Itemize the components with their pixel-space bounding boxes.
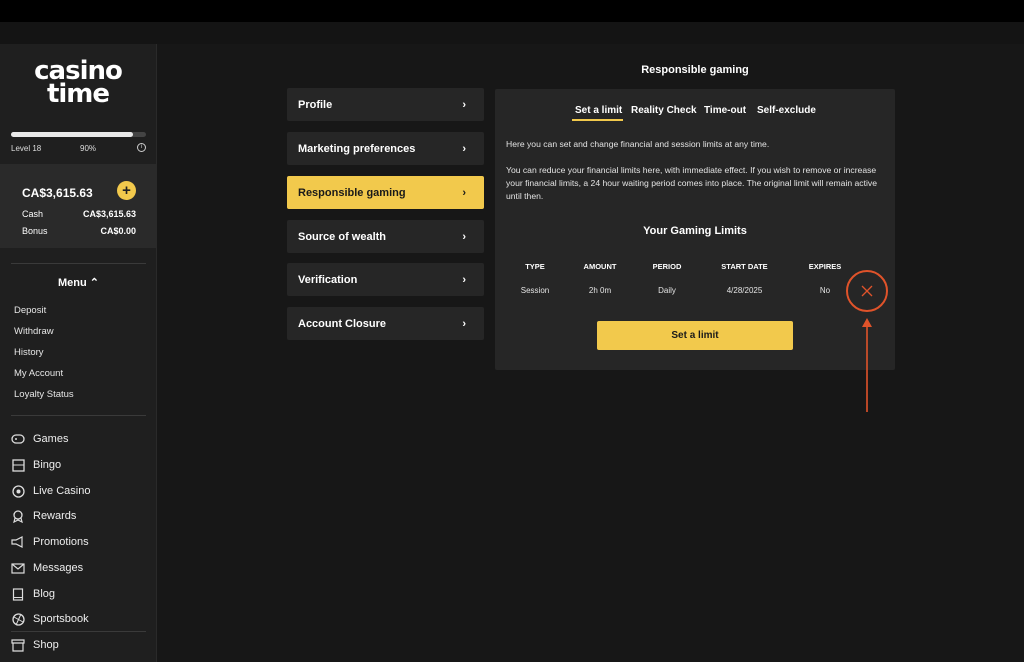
column-header: TYPE — [525, 262, 545, 271]
cash-label: Cash — [22, 209, 44, 219]
bonus-value: CA$0.00 — [100, 226, 136, 236]
nav-label: Sportsbook — [33, 613, 89, 625]
nav-label: Shop — [33, 639, 59, 651]
table-cell: No — [819, 286, 831, 295]
menu-item-deposit[interactable]: Deposit — [14, 305, 46, 316]
nav-item-rewards[interactable]: Rewards — [11, 509, 76, 523]
nav-label: Rewards — [33, 510, 77, 522]
nav-label: Messages — [33, 562, 84, 574]
chevron-right-icon: › — [462, 98, 466, 111]
table-cell: 4/28/2025 — [726, 286, 763, 295]
nav-label: Games — [33, 433, 69, 445]
nav-item-shop[interactable]: Shop — [11, 638, 59, 652]
nav-item-games[interactable]: Games — [11, 432, 68, 446]
column-header: AMOUNT — [583, 262, 617, 271]
intro-text: Here you can set and change financial an… — [506, 139, 770, 149]
divider — [11, 415, 146, 416]
megaphone-icon — [11, 535, 25, 549]
arrow-up-icon — [862, 318, 872, 412]
nav-item-messages[interactable]: Messages — [11, 561, 83, 575]
column-header: START DATE — [721, 262, 768, 271]
nav-label: Blog — [33, 588, 56, 600]
menu-toggle[interactable]: Menu ⌃ — [0, 276, 157, 289]
tab-responsible-gaming[interactable]: Responsible gaming › — [287, 176, 484, 209]
info-icon[interactable]: i — [137, 143, 146, 152]
shop-icon — [11, 638, 25, 652]
tab-profile[interactable]: Profile › — [287, 88, 484, 121]
body-text: You can reduce your financial limits her… — [506, 165, 877, 201]
bingo-icon — [11, 458, 25, 472]
tab-label: Marketing preferences — [298, 142, 416, 155]
cash-value: CA$3,615.63 — [82, 209, 136, 219]
nav-item-promotions[interactable]: Promotions — [11, 535, 89, 549]
logo-line2: time — [46, 79, 110, 110]
tab-label: Source of wealth — [298, 230, 387, 243]
divider — [11, 631, 146, 632]
bonus-label: Bonus — [22, 226, 48, 236]
menu-item-my-account[interactable]: My Account — [14, 368, 63, 379]
menu-item-history[interactable]: History — [14, 347, 44, 358]
casino-time-logo[interactable]: casino time — [28, 58, 128, 110]
subtab-reality-check[interactable]: Reality Check — [631, 105, 697, 116]
close-icon — [861, 285, 873, 297]
subtab-time-out[interactable]: Time-out — [704, 105, 746, 116]
nav-item-sportsbook[interactable]: Sportsbook — [11, 612, 89, 626]
chevron-right-icon: › — [462, 273, 466, 286]
deposit-plus-button[interactable]: + — [117, 181, 136, 200]
nav-item-blog[interactable]: Blog — [11, 587, 55, 601]
active-subtab-underline — [572, 119, 623, 121]
subtab-self-exclude[interactable]: Self-exclude — [757, 105, 816, 116]
remove-limit-button[interactable] — [846, 270, 888, 312]
menu-item-withdraw[interactable]: Withdraw — [14, 326, 54, 337]
column-header: PERIOD — [652, 262, 682, 271]
tab-label: Profile — [298, 98, 333, 111]
tab-label: Verification — [298, 273, 358, 286]
ribbon-icon — [11, 509, 25, 523]
table-cell: Daily — [658, 286, 676, 295]
header-strip — [0, 22, 1024, 44]
divider — [11, 263, 146, 264]
chevron-up-icon: ⌃ — [89, 277, 99, 289]
chevron-right-icon: › — [462, 317, 466, 330]
cash-row: Cash CA$3,615.63 — [22, 209, 136, 219]
top-bar — [0, 0, 1024, 22]
ball-icon — [11, 612, 25, 626]
chevron-right-icon: › — [462, 142, 466, 155]
level-progress-bar — [11, 132, 146, 137]
table-cell: 2h 0m — [588, 286, 612, 295]
nav-label: Promotions — [33, 536, 89, 548]
limits-title: Your Gaming Limits — [643, 225, 747, 237]
nav-label: Bingo — [33, 459, 62, 471]
menu-label: Menu — [57, 277, 87, 289]
tab-label: Account Closure — [298, 317, 387, 330]
nav-label: Live Casino — [33, 485, 91, 497]
mail-icon — [11, 561, 25, 575]
set-a-limit-button[interactable]: Set a limit — [597, 321, 793, 350]
tab-marketing-preferences[interactable]: Marketing preferences › — [287, 132, 484, 165]
chevron-right-icon: › — [462, 230, 466, 243]
tab-verification[interactable]: Verification › — [287, 263, 484, 296]
progress-percent: 90% — [80, 144, 97, 153]
live-icon — [11, 484, 25, 498]
gamepad-icon — [11, 432, 25, 446]
table-cell: Session — [520, 286, 550, 295]
bonus-row: Bonus CA$0.00 — [22, 226, 136, 236]
chevron-right-icon: › — [462, 186, 466, 199]
page-title: Responsible gaming — [641, 64, 749, 76]
column-header: EXPIRES — [808, 262, 842, 271]
tab-account-closure[interactable]: Account Closure › — [287, 307, 484, 340]
level-label: Level 18 — [11, 144, 42, 153]
subtab-set-a-limit[interactable]: Set a limit — [575, 105, 622, 116]
tab-label: Responsible gaming — [298, 186, 406, 199]
menu-item-loyalty-status[interactable]: Loyalty Status — [14, 389, 74, 400]
tab-source-of-wealth[interactable]: Source of wealth › — [287, 220, 484, 253]
nav-item-live-casino[interactable]: Live Casino — [11, 484, 90, 498]
nav-item-bingo[interactable]: Bingo — [11, 458, 61, 472]
balance-value: CA$3,615.63 — [22, 186, 93, 200]
book-icon — [11, 587, 25, 601]
